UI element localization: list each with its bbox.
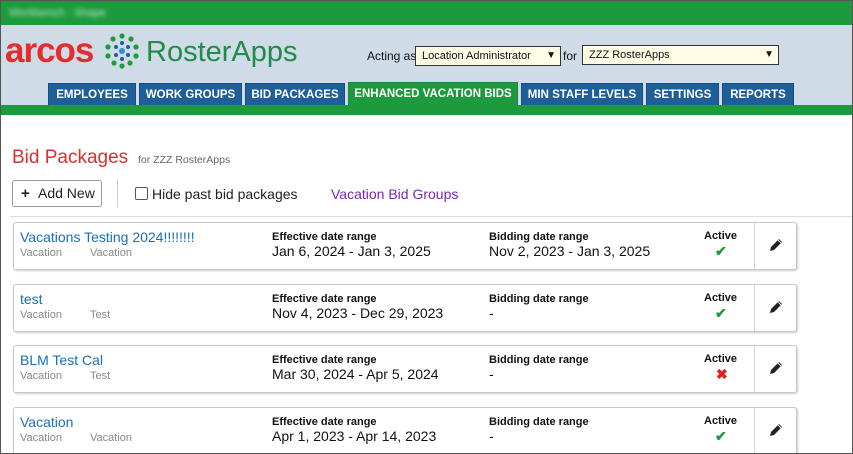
effective-range-label: Effective date range xyxy=(272,231,377,243)
check-icon: ✔ xyxy=(715,243,727,259)
rosterapps-wordmark: RosterApps xyxy=(146,36,298,68)
app-window: Workbench · Shape arcos RosterApps Actin… xyxy=(0,0,853,454)
bidding-range-value: - xyxy=(489,366,494,382)
header-green-strip xyxy=(1,105,852,115)
package-type: Vacation xyxy=(20,247,62,259)
bidding-range-label: Bidding date range xyxy=(489,231,589,243)
pencil-icon[interactable] xyxy=(768,237,784,253)
tab-employees[interactable]: EMPLOYEES xyxy=(48,83,136,105)
effective-range-value: Jan 6, 2024 - Jan 3, 2025 xyxy=(272,243,431,259)
pencil-icon[interactable] xyxy=(768,422,784,438)
check-icon: ✔ xyxy=(715,428,727,444)
bidding-range-label: Bidding date range xyxy=(489,354,589,366)
role-select-value: Location Administrator xyxy=(422,50,531,62)
add-new-label: Add New xyxy=(38,185,95,201)
chevron-down-icon: ▼ xyxy=(764,49,774,60)
effective-range-label: Effective date range xyxy=(272,354,377,366)
x-icon: ✖ xyxy=(716,366,728,382)
bid-package-card: BLM Test Cal Vacation Test Effective dat… xyxy=(13,345,797,393)
acting-as-label: Acting as xyxy=(367,49,417,63)
active-label: Active xyxy=(704,415,738,427)
tab-min-staff-levels[interactable]: MIN STAFF LEVELS xyxy=(521,83,643,105)
tab-reports[interactable]: REPORTS xyxy=(722,83,794,105)
page-title: Bid Packages xyxy=(12,147,129,168)
active-label: Active xyxy=(704,230,738,242)
effective-range-label: Effective date range xyxy=(272,416,377,428)
tab-bid-packages[interactable]: BID PACKAGES xyxy=(245,83,345,105)
location-select-value: ZZZ RosterApps xyxy=(589,49,670,61)
pencil-icon[interactable] xyxy=(768,360,784,376)
rosterapps-logo-icon xyxy=(105,33,139,69)
role-select[interactable]: Location Administrator ▼ xyxy=(415,46,561,66)
toolbar-divider xyxy=(117,179,118,207)
bidding-range-label: Bidding date range xyxy=(489,416,589,428)
effective-range-value: Mar 30, 2024 - Apr 5, 2024 xyxy=(272,366,439,382)
bidding-range-value: Nov 2, 2023 - Jan 3, 2025 xyxy=(489,243,651,259)
bidding-range-label: Bidding date range xyxy=(489,293,589,305)
card-divider xyxy=(754,408,755,453)
active-label: Active xyxy=(704,292,738,304)
for-label: for xyxy=(563,49,578,63)
package-type: Vacation xyxy=(20,370,62,382)
package-name-link[interactable]: Vacations Testing 2024!!!!!!!! xyxy=(20,229,195,245)
card-divider xyxy=(754,285,755,331)
hide-past-label[interactable]: Hide past bid packages xyxy=(152,186,298,202)
bid-package-card: Vacations Testing 2024!!!!!!!! Vacation … xyxy=(13,222,797,270)
package-name-link[interactable]: test xyxy=(20,291,43,307)
active-label: Active xyxy=(704,353,738,365)
check-icon: ✔ xyxy=(715,305,727,321)
package-name-link[interactable]: Vacation xyxy=(20,414,73,430)
card-divider xyxy=(754,346,755,392)
page-subtitle: for ZZZ RosterApps xyxy=(138,154,231,166)
package-category: Vacation xyxy=(90,247,132,259)
toolbar-separator xyxy=(10,216,852,217)
tab-work-groups[interactable]: WORK GROUPS xyxy=(139,83,242,105)
chevron-down-icon: ▼ xyxy=(546,50,556,61)
package-category: Test xyxy=(90,309,111,321)
tab-settings[interactable]: SETTINGS xyxy=(646,83,719,105)
add-new-button[interactable]: + Add New xyxy=(12,180,102,207)
bid-package-card: test Vacation Test Effective date range … xyxy=(13,284,797,332)
bidding-range-value: - xyxy=(489,428,494,444)
vacation-bid-groups-link[interactable]: Vacation Bid Groups xyxy=(331,186,458,202)
package-category: Vacation xyxy=(90,432,132,444)
package-category: Test xyxy=(90,370,111,382)
package-type: Vacation xyxy=(20,309,62,321)
hide-past-checkbox[interactable] xyxy=(135,187,148,200)
plus-icon: + xyxy=(21,185,30,202)
bid-package-card: Vacation Vacation Vacation Effective dat… xyxy=(13,407,797,453)
effective-range-label: Effective date range xyxy=(272,293,377,305)
browser-topbar: Workbench · Shape xyxy=(1,1,852,25)
package-name-link[interactable]: BLM Test Cal xyxy=(20,352,103,368)
package-type: Vacation xyxy=(20,432,62,444)
topbar-text: Workbench · Shape xyxy=(9,7,107,19)
arcos-logo: arcos xyxy=(5,31,94,70)
tab-enhanced-vacation-bids[interactable]: ENHANCED VACATION BIDS xyxy=(348,82,518,106)
location-select[interactable]: ZZZ RosterApps ▼ xyxy=(582,45,779,65)
bidding-range-value: - xyxy=(489,305,494,321)
card-divider xyxy=(754,223,755,269)
effective-range-value: Apr 1, 2023 - Apr 14, 2023 xyxy=(272,428,437,444)
pencil-icon[interactable] xyxy=(768,299,784,315)
effective-range-value: Nov 4, 2023 - Dec 29, 2023 xyxy=(272,305,444,321)
